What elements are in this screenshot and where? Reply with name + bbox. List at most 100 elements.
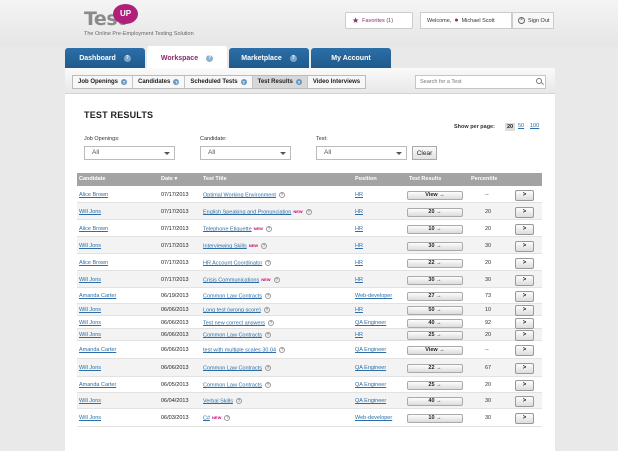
go-button[interactable]: > — [515, 318, 534, 329]
subtab-test-results[interactable]: Test Results ? — [252, 76, 308, 88]
test-title-link[interactable]: Telephone Etiquette — [203, 226, 252, 232]
candidate-link[interactable]: Will Jons — [79, 243, 101, 249]
subtab-candidates[interactable]: Candidates ? — [133, 76, 186, 88]
go-button[interactable]: > — [515, 345, 534, 356]
view-results-button[interactable]: View → — [407, 191, 463, 200]
score-button[interactable]: 10 → — [407, 414, 463, 423]
go-button[interactable]: > — [515, 330, 534, 341]
test-title-link[interactable]: test with multiple scales 30.04 — [203, 347, 276, 353]
job-openings-select[interactable]: All — [84, 146, 175, 160]
test-title-link[interactable]: Common Law Contracts — [203, 365, 262, 371]
test-title-link[interactable]: Optimal Working Environment — [203, 192, 276, 198]
tab-my-account[interactable]: My Account — [311, 48, 391, 68]
position-link[interactable]: HR — [355, 209, 363, 215]
candidate-link[interactable]: Amanda Carter — [79, 382, 116, 388]
per-page-100[interactable]: 100 — [530, 123, 539, 129]
tab-dashboard[interactable]: Dashboard ? — [65, 48, 145, 68]
clear-button[interactable]: Clear — [412, 146, 437, 160]
position-link[interactable]: QA Engineer — [355, 320, 386, 326]
candidate-link[interactable]: Alice Brown — [79, 192, 108, 198]
go-button[interactable]: > — [515, 275, 534, 286]
help-icon[interactable]: ? — [121, 79, 128, 85]
go-button[interactable]: > — [515, 207, 534, 218]
go-button[interactable]: > — [515, 190, 534, 201]
tab-workspace[interactable]: Workspace ? — [147, 46, 227, 70]
info-icon[interactable]: ? — [305, 209, 312, 215]
test-title-link[interactable]: Interviewing Skills — [203, 243, 247, 249]
info-icon[interactable]: ? — [261, 243, 268, 249]
score-button[interactable]: 25 → — [407, 331, 463, 340]
test-title-link[interactable]: Verbal Skills — [203, 398, 233, 404]
position-link[interactable]: HR — [355, 277, 363, 283]
candidate-link[interactable]: Amanda Carter — [79, 293, 116, 299]
candidate-link[interactable]: Will Jons — [79, 365, 101, 371]
view-results-button[interactable]: View → — [407, 346, 463, 355]
score-button[interactable]: 20 → — [407, 208, 463, 217]
help-icon[interactable]: ? — [240, 79, 247, 85]
info-icon[interactable]: ? — [263, 307, 270, 313]
position-link[interactable]: QA Engineer — [355, 398, 386, 404]
position-link[interactable]: HR — [355, 226, 363, 232]
per-page-20[interactable]: 20 — [505, 123, 516, 131]
search-icon[interactable] — [536, 78, 542, 84]
header-test-title[interactable]: Test Title — [203, 176, 227, 182]
header-date[interactable]: Date ▾ — [161, 176, 177, 182]
info-icon[interactable]: ? — [279, 347, 286, 353]
header-test-results[interactable]: Test Results — [409, 176, 441, 182]
test-title-link[interactable]: English Speaking and Pronunciation — [203, 209, 291, 215]
tab-marketplace[interactable]: Marketplace ? — [229, 48, 309, 68]
info-icon[interactable]: ? — [265, 260, 272, 266]
go-button[interactable]: > — [515, 413, 534, 424]
candidate-link[interactable]: Alice Brown — [79, 260, 108, 266]
help-icon[interactable]: ? — [295, 79, 302, 85]
candidate-link[interactable]: Will Jons — [79, 320, 101, 326]
position-link[interactable]: HR — [355, 332, 363, 338]
go-button[interactable]: > — [515, 363, 534, 374]
header-percentile[interactable]: Percentile — [471, 176, 497, 182]
test-title-link[interactable]: Common Law Contracts — [203, 293, 262, 299]
user-name[interactable]: Michael Scott — [462, 18, 495, 24]
position-link[interactable]: QA Engineer — [355, 382, 386, 388]
candidate-link[interactable]: Will Jons — [79, 209, 101, 215]
subtab-job-openings[interactable]: Job Openings ? — [73, 76, 134, 88]
candidate-link[interactable]: Will Jons — [79, 398, 101, 404]
candidate-link[interactable]: Alice Brown — [79, 226, 108, 232]
score-button[interactable]: 40 → — [407, 397, 463, 406]
score-button[interactable]: 27 → — [407, 292, 463, 301]
sign-out-button[interactable]: × Sign Out — [512, 12, 554, 29]
header-position[interactable]: Position — [355, 176, 377, 182]
go-button[interactable]: > — [515, 396, 534, 407]
go-button[interactable]: > — [515, 258, 534, 269]
score-button[interactable]: 25 → — [407, 381, 463, 390]
info-icon[interactable]: ? — [278, 192, 285, 198]
go-button[interactable]: > — [515, 305, 534, 316]
candidate-select[interactable]: All — [200, 146, 291, 160]
info-icon[interactable]: ? — [265, 293, 271, 299]
search-input[interactable] — [415, 75, 546, 89]
position-link[interactable]: QA Engineer — [355, 347, 386, 353]
go-button[interactable]: > — [515, 241, 534, 252]
candidate-link[interactable]: Will Jons — [79, 332, 101, 338]
candidate-link[interactable]: Will Jons — [79, 277, 101, 283]
info-icon[interactable]: ? — [265, 365, 271, 371]
score-button[interactable]: 50 → — [407, 306, 463, 315]
subtab-scheduled-tests[interactable]: Scheduled Tests ? — [185, 76, 253, 88]
info-icon[interactable]: ? — [268, 320, 275, 326]
test-title-link[interactable]: Common Law Contracts — [203, 382, 262, 388]
score-button[interactable]: 30 → — [407, 242, 463, 251]
test-title-link[interactable]: HR Account Coordinator — [203, 260, 262, 266]
position-link[interactable]: HR — [355, 192, 363, 198]
go-button[interactable]: > — [515, 380, 534, 391]
go-button[interactable]: > — [515, 224, 534, 235]
test-select[interactable]: All — [316, 146, 407, 160]
help-icon[interactable]: ? — [289, 54, 297, 62]
subtab-video-interviews[interactable]: Video Interviews — [308, 76, 365, 88]
info-icon[interactable]: ? — [273, 277, 280, 283]
help-icon[interactable]: ? — [123, 54, 131, 62]
favorites-button[interactable]: ★ Favorites (1) — [345, 12, 413, 29]
test-title-link[interactable]: C# — [203, 415, 210, 421]
info-icon[interactable]: ? — [224, 415, 231, 421]
per-page-50[interactable]: 50 — [518, 123, 524, 129]
position-link[interactable]: QA Engineer — [355, 365, 386, 371]
score-button[interactable]: 40 → — [407, 319, 463, 328]
